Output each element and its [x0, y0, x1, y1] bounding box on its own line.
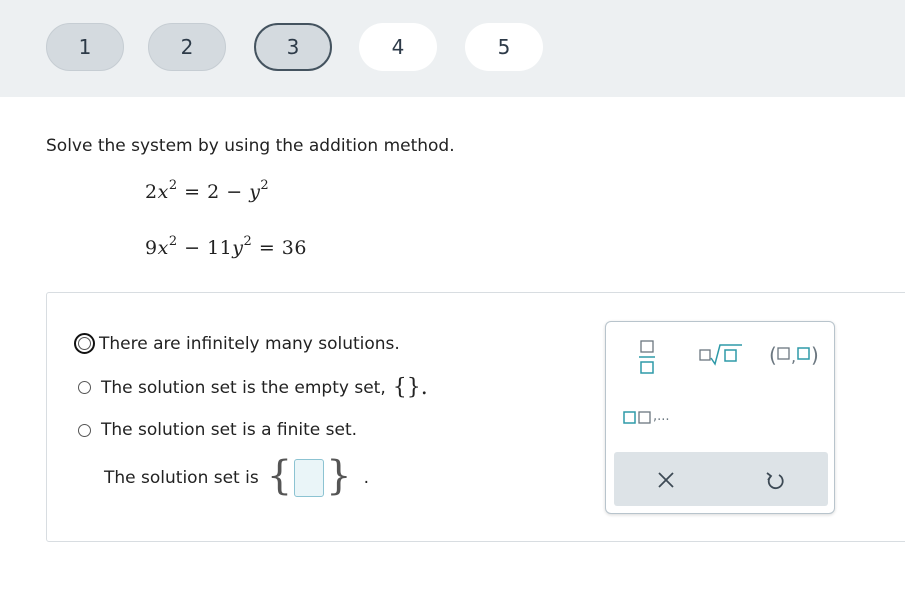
eq2-x-exp: 2	[168, 234, 178, 249]
solution-set-input[interactable]	[294, 459, 325, 497]
empty-set-symbol: {}.	[392, 375, 428, 400]
undo-button[interactable]	[764, 469, 786, 491]
radio-infinite[interactable]	[74, 333, 95, 354]
list-button[interactable]: ,...	[623, 406, 675, 428]
math-palette: ( , ) ,...	[605, 321, 835, 514]
equation-2: 9x2 − 11y2 = 36	[145, 234, 307, 259]
question-prompt: Solve the system by using the addition m…	[46, 136, 455, 156]
eq2-coef: 9	[145, 237, 158, 259]
undo-icon	[766, 472, 784, 490]
step-5-button[interactable]: 5	[465, 23, 543, 71]
step-3-button[interactable]: 3	[254, 23, 332, 71]
svg-text:): )	[811, 343, 819, 367]
solution-set-label: The solution set is	[104, 468, 259, 488]
ordered-pair-button[interactable]: ( , )	[768, 340, 820, 370]
eq2-rhs: = 36	[252, 237, 307, 259]
equation-1: 2x2 = 2 − y2	[145, 178, 270, 203]
nth-root-button[interactable]	[698, 342, 744, 370]
option-infinite-label: There are infinitely many solutions.	[99, 333, 400, 354]
palette-action-bar	[614, 452, 828, 506]
eq1-y-exp: 2	[260, 178, 270, 193]
fraction-icon	[639, 340, 655, 374]
eq2-mid: − 11	[177, 237, 233, 259]
eq2-x: x	[157, 237, 169, 259]
nth-root-icon	[699, 344, 742, 366]
ordered-pair-icon: ( , )	[769, 343, 819, 367]
eq2-y: y	[232, 237, 244, 259]
radio-empty-set[interactable]	[78, 381, 91, 394]
clear-icon	[658, 472, 674, 488]
solution-set-period: .	[363, 468, 370, 488]
close-brace: }	[326, 453, 352, 499]
eq1-coef: 2	[145, 181, 158, 203]
option-infinite[interactable]: There are infinitely many solutions.	[74, 333, 400, 354]
fraction-button[interactable]	[636, 338, 658, 376]
step-1-button[interactable]: 1	[46, 23, 124, 71]
list-ellipsis: ,...	[653, 409, 670, 424]
option-finite-set[interactable]: The solution set is a finite set.	[78, 420, 357, 440]
radio-finite-set[interactable]	[78, 423, 91, 437]
option-finite-label: The solution set is a finite set.	[101, 420, 358, 440]
step-4-button[interactable]: 4	[359, 23, 437, 71]
open-brace: {	[266, 453, 293, 499]
step-2-button[interactable]: 2	[148, 23, 226, 71]
option-empty-label: The solution set is the empty set,	[101, 377, 386, 398]
eq1-y: y	[249, 181, 261, 203]
eq1-x-exp: 2	[168, 178, 178, 193]
solution-set-row: The solution set is { } .	[104, 456, 369, 500]
option-empty-set[interactable]: The solution set is the empty set, {}.	[78, 375, 428, 400]
clear-button[interactable]	[656, 470, 676, 490]
svg-text:(: (	[769, 343, 777, 367]
eq1-x: x	[157, 181, 169, 203]
eq2-y-exp: 2	[243, 234, 253, 249]
list-second-box-icon	[638, 410, 651, 424]
eq1-mid: = 2 −	[177, 181, 250, 203]
svg-text:,: ,	[791, 347, 796, 366]
step-navigation-bar: 1 2 3 4 5	[0, 0, 905, 97]
